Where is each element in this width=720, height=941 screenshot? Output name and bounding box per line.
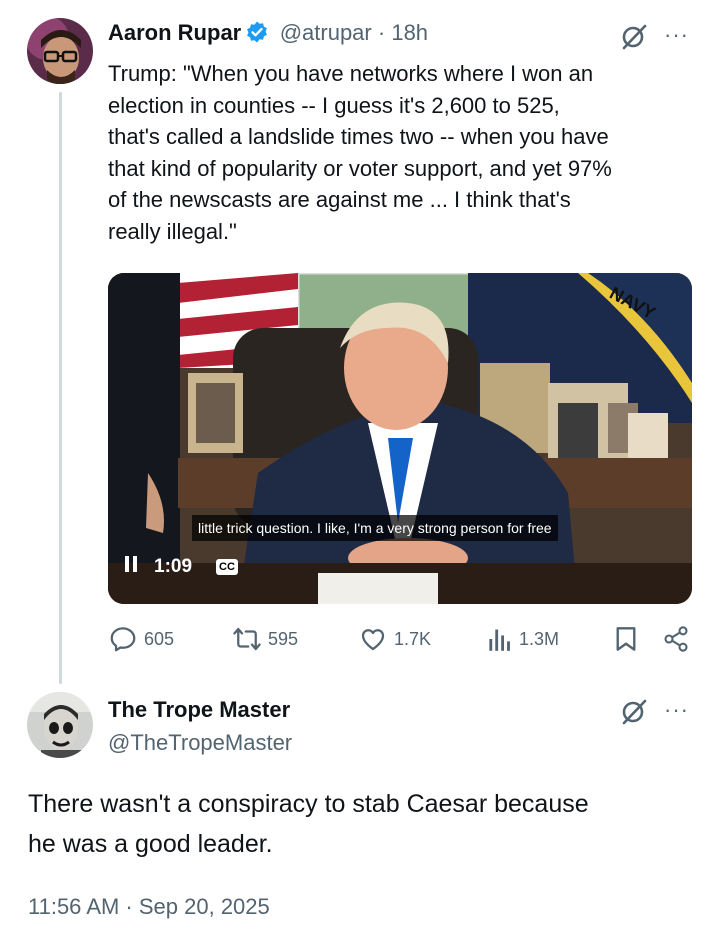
- reply-text: There wasn't a conspiracy to stab Caesar…: [28, 790, 589, 858]
- views-count: 1.3M: [519, 628, 560, 649]
- more-options-icon[interactable]: ···: [664, 22, 689, 48]
- views-icon: [489, 629, 510, 651]
- video-caption: little trick question. I like, I'm a ver…: [192, 515, 558, 541]
- share-button[interactable]: [662, 622, 696, 656]
- reply-author-avatar[interactable]: [27, 692, 93, 758]
- repost-icon: [233, 627, 261, 651]
- grok-icon[interactable]: [620, 22, 648, 50]
- verified-badge-icon: [245, 20, 269, 44]
- reply-more-options-icon[interactable]: ···: [664, 697, 689, 723]
- tweet-text: Trump: "When you have networks where I w…: [108, 61, 612, 244]
- reply-author-name[interactable]: The Trope Master: [108, 697, 290, 723]
- tweet-header: Aaron Rupar @atrupar · 18h: [108, 20, 428, 52]
- reply-button[interactable]: 605: [108, 622, 174, 656]
- cc-button[interactable]: CC: [216, 559, 238, 575]
- thread-line: [59, 92, 62, 684]
- tweet-time[interactable]: 18h: [391, 20, 428, 45]
- reply-icon: [110, 627, 136, 652]
- like-button[interactable]: 1.7K: [358, 622, 431, 656]
- author-name[interactable]: Aaron Rupar: [108, 20, 241, 45]
- separator-dot: ·: [377, 20, 386, 45]
- video-controls: 1:09 CC: [124, 551, 254, 583]
- bookmark-button[interactable]: [613, 622, 645, 656]
- video-player[interactable]: little trick question. I like, I'm a ver…: [108, 273, 692, 604]
- video-time: 1:09: [154, 556, 193, 577]
- views-button[interactable]: 1.3M: [487, 622, 559, 656]
- reply-count: 605: [144, 628, 175, 649]
- reply-author-handle[interactable]: @TheTropeMaster: [108, 730, 292, 756]
- author-avatar[interactable]: [27, 18, 93, 84]
- pause-icon[interactable]: [124, 555, 142, 579]
- repost-count: 595: [268, 628, 299, 649]
- reply-timestamp[interactable]: 11:56 AM · Sep 20, 2025: [28, 894, 270, 920]
- bookmark-icon: [616, 627, 636, 651]
- like-count: 1.7K: [394, 628, 432, 649]
- share-icon: [664, 626, 688, 652]
- repost-button[interactable]: 595: [232, 622, 298, 656]
- reply-grok-icon[interactable]: [620, 697, 648, 725]
- heart-icon: [361, 629, 385, 651]
- author-handle[interactable]: @atrupar: [280, 20, 372, 45]
